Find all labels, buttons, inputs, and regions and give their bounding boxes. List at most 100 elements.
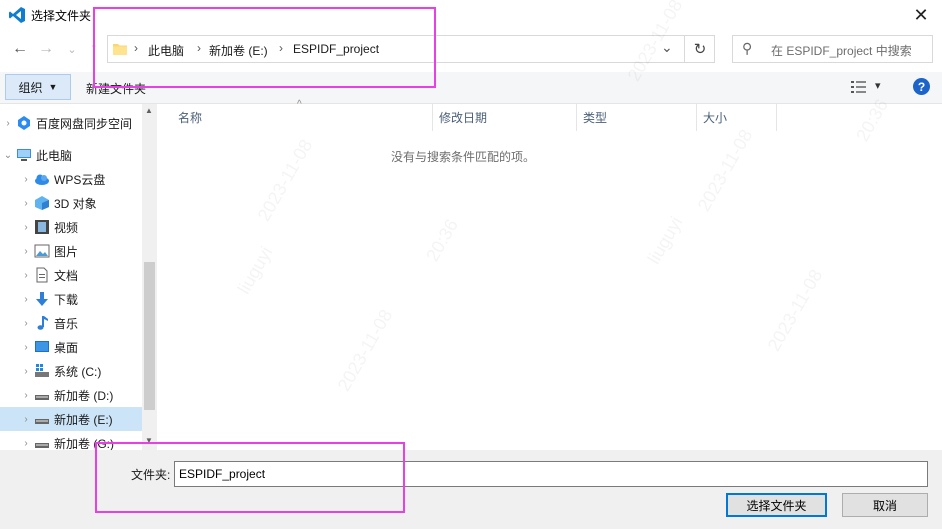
- close-button[interactable]: ✕: [900, 0, 942, 30]
- wps-cloud-icon: [35, 174, 49, 185]
- music-icon: [37, 316, 48, 330]
- sidebar-item-label: 图片: [54, 244, 79, 259]
- drive-icon: [35, 419, 49, 424]
- forward-button[interactable]: →: [36, 38, 56, 60]
- organize-button[interactable]: 组织 ▼: [5, 74, 71, 100]
- sidebar-item-label: 百度网盘同步空间: [36, 116, 133, 131]
- sidebar-item-label: 3D 对象: [54, 196, 97, 211]
- sidebar-item-this-pc[interactable]: ⌄ 此电脑: [0, 143, 142, 167]
- sidebar-item-label: 桌面: [54, 340, 79, 355]
- empty-results-message: 没有与搜索条件匹配的项。: [390, 150, 535, 164]
- expand-chevron-icon[interactable]: ›: [18, 222, 34, 233]
- sidebar-item-3d-objects[interactable]: › 3D 对象: [0, 191, 142, 215]
- sidebar-item-music[interactable]: › 音乐: [0, 311, 142, 335]
- breadcrumb-espidf-project[interactable]: ESPIDF_project: [293, 42, 379, 56]
- expand-chevron-icon[interactable]: ›: [18, 438, 34, 449]
- system-drive-icon: [35, 364, 49, 377]
- column-header-label: 大小: [703, 111, 728, 125]
- sidebar-item-wps[interactable]: › WPS云盘: [0, 167, 142, 191]
- documents-icon: [36, 267, 48, 283]
- downloads-icon: [36, 292, 48, 306]
- drive-icon: [35, 443, 49, 448]
- column-header-label: 名称: [178, 111, 203, 125]
- video-icon: [35, 220, 49, 234]
- sidebar-item-pictures[interactable]: › 图片: [0, 239, 142, 263]
- sort-ascending-icon: ^: [297, 99, 302, 110]
- breadcrumb-chevron-icon: ›: [279, 41, 283, 55]
- search-placeholder: 在 ESPIDF_project 中搜索: [771, 44, 912, 58]
- title-bar: 选择文件夹 ✕: [0, 0, 942, 30]
- sidebar-item-label: 文档: [54, 268, 79, 283]
- sidebar-item-downloads[interactable]: › 下载: [0, 287, 142, 311]
- column-header-date-modified[interactable]: 修改日期: [433, 104, 577, 131]
- scrollbar-thumb[interactable]: [144, 262, 155, 410]
- sidebar-item-desktop[interactable]: › 桌面: [0, 335, 142, 359]
- help-button[interactable]: ?: [913, 78, 930, 95]
- sidebar-item-system-c[interactable]: › 系统 (C:): [0, 359, 142, 383]
- organize-label: 组织: [18, 80, 43, 95]
- expand-chevron-icon[interactable]: ›: [18, 366, 34, 377]
- recent-locations-button[interactable]: ⌄: [62, 38, 82, 60]
- view-options-icon[interactable]: [851, 80, 867, 94]
- baidu-cloud-icon: [18, 116, 30, 130]
- view-dropdown-icon[interactable]: ▾: [875, 79, 881, 92]
- expand-chevron-icon[interactable]: ›: [18, 342, 34, 353]
- expand-chevron-icon[interactable]: ›: [18, 174, 34, 185]
- vscode-icon: [9, 7, 25, 23]
- expand-chevron-icon[interactable]: ›: [18, 246, 34, 257]
- sidebar-item-label: 新加卷 (D:): [54, 388, 114, 403]
- pictures-icon: [34, 244, 50, 258]
- breadcrumb-chevron-icon: ›: [197, 41, 201, 55]
- 3d-objects-icon: [35, 196, 49, 210]
- drive-icon: [35, 395, 49, 400]
- sidebar-item-label: 新加卷 (E:): [54, 412, 113, 427]
- sidebar-item-video[interactable]: › 视频: [0, 215, 142, 239]
- breadcrumb-this-pc[interactable]: 此电脑: [148, 42, 184, 59]
- expand-chevron-icon[interactable]: ›: [18, 390, 34, 401]
- breadcrumb-chevron-icon: ›: [134, 41, 138, 55]
- column-header-label: 类型: [583, 111, 608, 125]
- folder-label: 文件夹:: [131, 468, 171, 482]
- sidebar-item-label: 音乐: [54, 316, 79, 331]
- refresh-button[interactable]: ↻: [684, 35, 715, 63]
- sidebar-item-drive-e[interactable]: › 新加卷 (E:): [0, 407, 142, 431]
- sidebar-item-drive-g[interactable]: › 新加卷 (G:): [0, 431, 142, 451]
- sidebar-item-label: 新加卷 (G:): [54, 436, 114, 451]
- back-button[interactable]: ←: [10, 38, 30, 60]
- select-folder-button[interactable]: 选择文件夹: [726, 493, 827, 517]
- expand-chevron-icon[interactable]: ›: [18, 318, 34, 329]
- column-header-label: 修改日期: [439, 111, 488, 125]
- sidebar-item-label: 视频: [54, 220, 79, 235]
- chevron-down-icon: ▼: [48, 82, 58, 92]
- sidebar-item-label: 系统 (C:): [54, 364, 102, 379]
- search-input[interactable]: ⚲ 在 ESPIDF_project 中搜索: [732, 35, 933, 63]
- column-header-type[interactable]: 类型: [577, 104, 697, 131]
- sidebar-item-label: 下载: [54, 292, 79, 307]
- folder-icon: [113, 44, 127, 55]
- breadcrumb-drive-e[interactable]: 新加卷 (E:): [209, 42, 268, 59]
- sidebar-item-baidu[interactable]: › 百度网盘同步空间: [0, 111, 142, 135]
- this-pc-icon: [17, 149, 31, 161]
- new-folder-button[interactable]: 新建文件夹: [86, 80, 146, 97]
- expand-chevron-icon[interactable]: ›: [18, 414, 34, 425]
- expand-chevron-icon[interactable]: ›: [18, 198, 34, 209]
- navigation-pane: › 百度网盘同步空间 ⌄ 此电脑 › WPS云盘 › 3D 对象 › 视频 › …: [0, 104, 157, 450]
- scroll-down-icon[interactable]: ▼: [145, 436, 153, 445]
- expand-chevron-icon[interactable]: ›: [0, 118, 16, 129]
- scroll-up-icon[interactable]: ▲: [145, 106, 153, 115]
- sidebar-item-label: 此电脑: [36, 148, 73, 163]
- expand-chevron-icon[interactable]: ›: [18, 294, 34, 305]
- collapse-chevron-icon[interactable]: ⌄: [0, 150, 16, 161]
- expand-chevron-icon[interactable]: ›: [18, 270, 34, 281]
- sidebar-item-drive-d[interactable]: › 新加卷 (D:): [0, 383, 142, 407]
- sidebar-item-label: WPS云盘: [54, 172, 106, 187]
- folder-name-input[interactable]: [174, 461, 928, 487]
- up-button[interactable]: ↑: [84, 38, 104, 60]
- sidebar-item-documents[interactable]: › 文档: [0, 263, 142, 287]
- column-header-name[interactable]: 名称: [158, 104, 433, 131]
- window-title: 选择文件夹: [31, 9, 92, 23]
- address-bar[interactable]: › 此电脑 › 新加卷 (E:) › ESPIDF_project ⌄: [107, 35, 715, 63]
- cancel-button[interactable]: 取消: [842, 493, 928, 517]
- search-icon: ⚲: [742, 40, 753, 56]
- command-bar: 组织 ▼ 新建文件夹 ▾ ?: [0, 72, 942, 104]
